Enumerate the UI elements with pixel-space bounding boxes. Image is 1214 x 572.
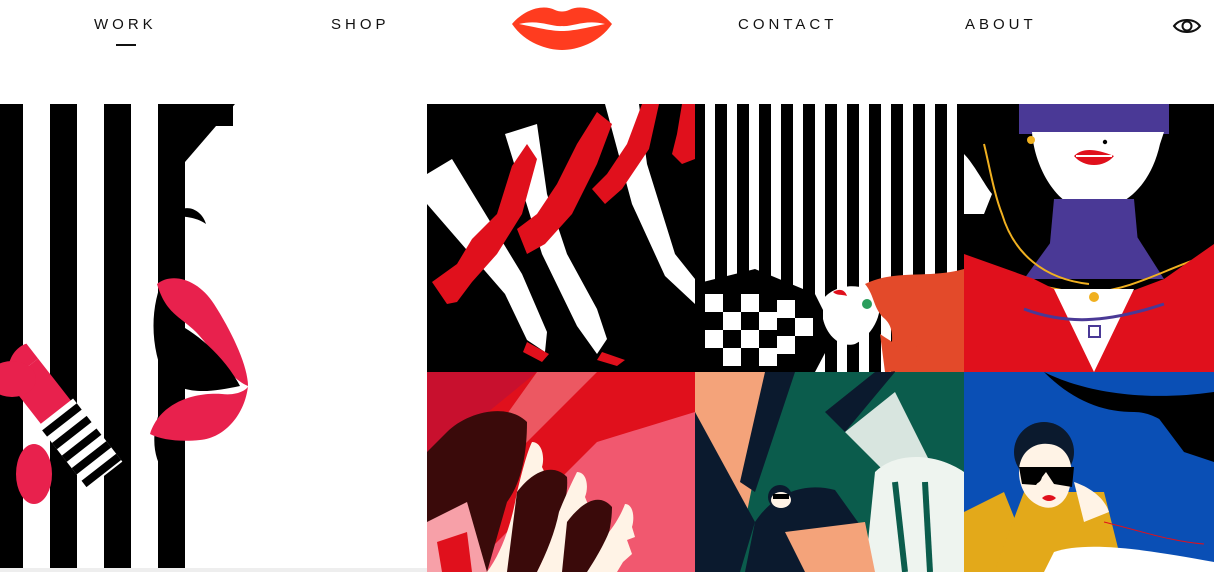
- nav-shop[interactable]: SHOP: [331, 16, 390, 33]
- gallery-tile-purple-necklace[interactable]: [964, 104, 1214, 372]
- active-nav-underline: [116, 44, 136, 46]
- gallery-tile-striped-redhead[interactable]: [695, 104, 964, 372]
- nav-work[interactable]: WORK: [94, 16, 157, 33]
- nav-contact[interactable]: CONTACT: [738, 16, 837, 33]
- lips-logo-icon[interactable]: [511, 3, 613, 51]
- gallery-tile-green-cabin[interactable]: [695, 372, 964, 572]
- eye-icon[interactable]: [1172, 16, 1202, 36]
- gallery-tile-blue-sunglasses[interactable]: [964, 372, 1214, 572]
- gallery-tile-red-heels[interactable]: [427, 104, 695, 372]
- gallery-tile-pink-profiles[interactable]: [427, 372, 695, 572]
- gallery-tile-lipstick-stripes[interactable]: [0, 104, 427, 572]
- nav-about[interactable]: ABOUT: [965, 16, 1037, 33]
